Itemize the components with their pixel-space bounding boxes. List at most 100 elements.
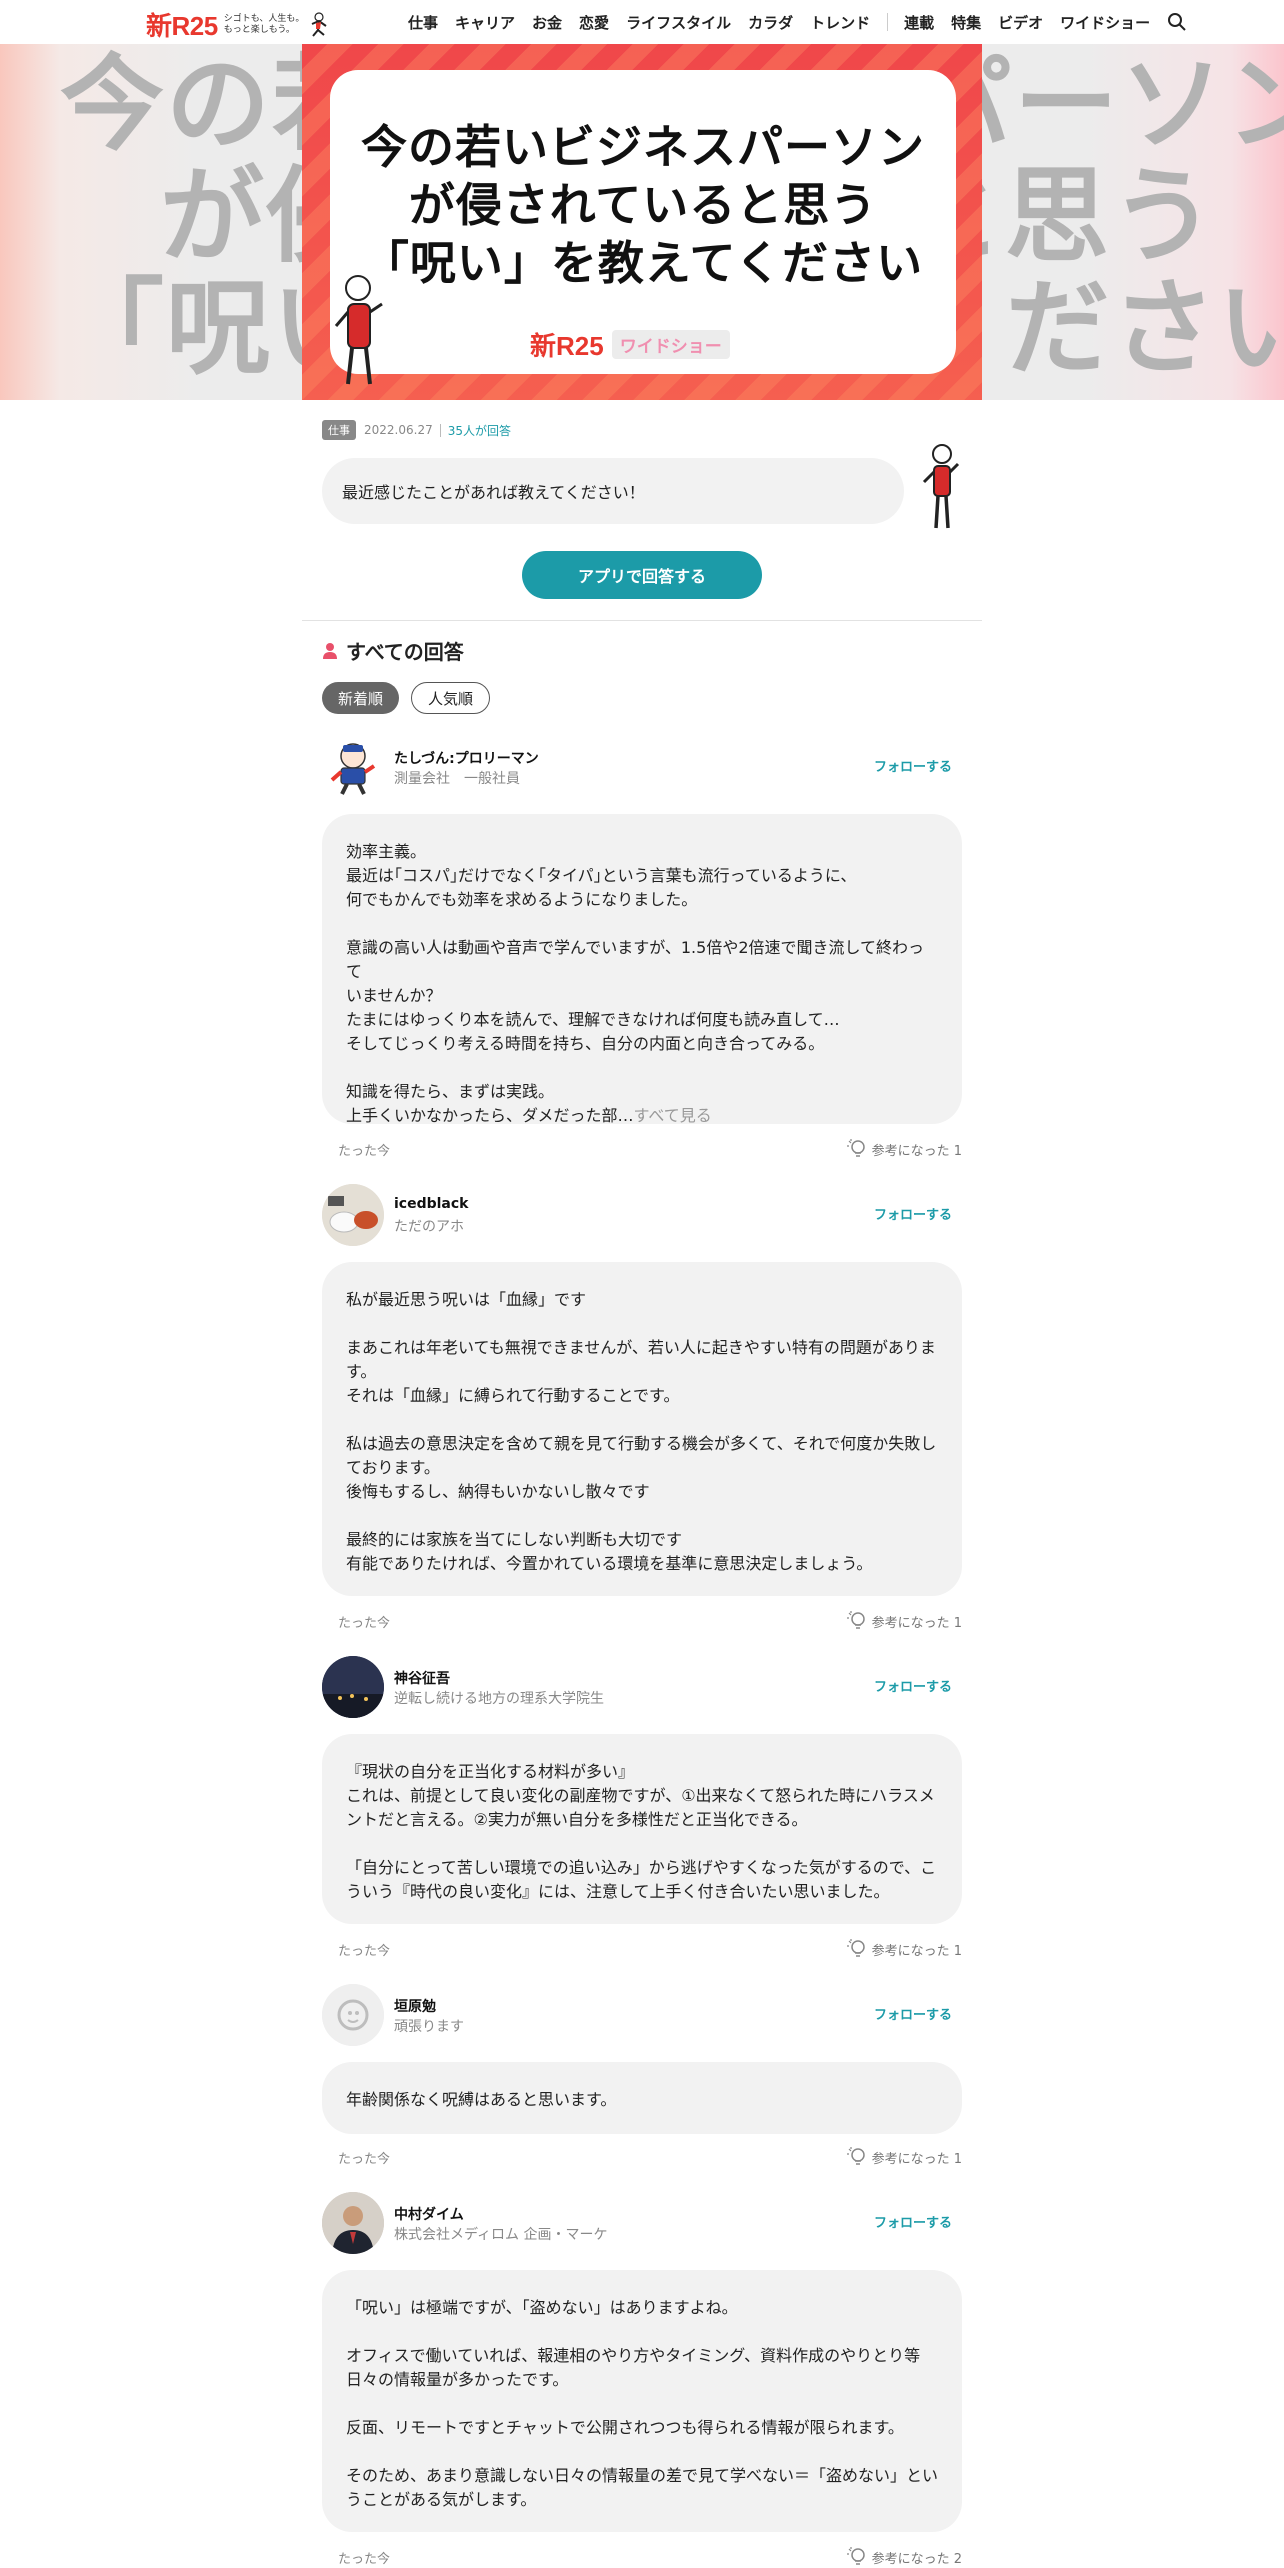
nav-item-career[interactable]: キャリア (455, 12, 515, 33)
answer-footer: たった今 参考になった 1 (338, 2144, 962, 2168)
section-title: すべての回答 (346, 640, 464, 664)
meta-divider (439, 423, 441, 437)
post-date: 2022.06.27 (364, 423, 433, 437)
answer-card: 中村ダイム 株式会社メディロム 企画・マーケ フォローする 「呪い」は極端ですが… (322, 2192, 962, 2567)
answer-footer: たった今 参考になった 1 (338, 1136, 962, 1160)
answer-text: 「呪い」は極端ですが、「盗めない」はありますよね。 オフィスで働いていれば、報連… (346, 2298, 939, 2509)
answer-time: たった今 (338, 1144, 391, 1159)
follow-button[interactable]: フォローする (874, 756, 952, 775)
answerer-role: 逆転し続ける地方の理系大学院生 (394, 1691, 604, 1707)
nav-item-lifestyle[interactable]: ライフスタイル (626, 12, 731, 33)
helpful-button[interactable]: 参考になった 1 (846, 1938, 962, 1960)
site-logo[interactable]: 新R25 シゴトも、人生も。 もっと楽しもう。 (146, 6, 330, 43)
follow-button[interactable]: フォローする (874, 2212, 952, 2231)
answer-time: たった今 (338, 1616, 391, 1631)
person-icon (323, 642, 337, 659)
hero-brand-chip: ワイドショー (611, 330, 730, 359)
nav-item-body[interactable]: カラダ (748, 12, 793, 33)
question-bubble: 最近感じたことがあれば教えてください！ (322, 458, 904, 524)
helpful-button[interactable]: 参考になった 1 (846, 1610, 962, 1632)
answer-footer: たった今 参考になった 1 (338, 1936, 962, 1960)
answer-header: 神谷征吾 逆転し続ける地方の理系大学院生 フォローする (322, 1656, 962, 1720)
food-photo-icon (322, 1184, 384, 1246)
avatar[interactable] (322, 1184, 384, 1246)
answer-text: 『現状の自分を正当化する材料が多い』 これは、前提として良い変化の副産物ですが、… (346, 1762, 937, 1901)
answer-time: たった今 (338, 1944, 391, 1959)
nav-item-series[interactable]: 連載 (904, 12, 934, 33)
answerer-role: 株式会社メディロム 企画・マーケ (394, 2227, 608, 2243)
answer-footer: たった今 参考になった 1 (338, 1608, 962, 1632)
lightbulb-icon (846, 1611, 865, 1629)
hero-brand: 新R25 ワイドショー (530, 326, 730, 363)
avatar[interactable] (322, 2192, 384, 2254)
answer-time: たった今 (338, 2552, 391, 2567)
helpful-button[interactable]: 参考になった 1 (846, 1138, 962, 1160)
answer-header: 中村ダイム 株式会社メディロム 企画・マーケ フォローする (322, 2192, 962, 2256)
answer-footer: たった今 参考になった 2 (338, 2544, 962, 2568)
answer-bubble: 年齢関係なく呪縛はあると思います。 (322, 2062, 962, 2134)
hero-title: 今の若いビジネスパーソン が侵されていると思う 「呪い」を教えてください (361, 120, 925, 290)
hero-card: 今の若いビジネスパーソン が侵されていると思う 「呪い」を教えてください 新R2… (330, 70, 956, 374)
answerer-role: ただのアホ (394, 1219, 464, 1235)
tagline-line-1: シゴトも、人生も。 (223, 13, 305, 24)
answer-header: たしづん:プロリーマン 測量会社 一般社員 フォローする (322, 736, 962, 800)
nav-item-work[interactable]: 仕事 (408, 12, 438, 33)
answer-card: 垣原勉 頑張ります フォローする 年齢関係なく呪縛はあると思います。 たった今 … (322, 1984, 962, 2167)
answer-text: 年齢関係なく呪縛はあると思います。 (346, 2090, 617, 2109)
avatar[interactable] (322, 736, 384, 798)
lightbulb-icon (846, 1939, 865, 1957)
answer-count: 35人が回答 (447, 423, 511, 438)
answer-card: たしづん:プロリーマン 測量会社 一般社員 フォローする 効率主義。 最近は｢コ… (322, 736, 962, 1159)
helpful-count: 参考になった 1 (871, 1615, 962, 1631)
hero-image: 今の若いビジネスパーソン が侵されていると思う 「呪い」を教えてください 新R2… (302, 44, 982, 400)
helpful-count: 参考になった 1 (871, 1943, 962, 1959)
section-divider (302, 620, 982, 621)
answerer-name[interactable]: たしづん:プロリーマン (394, 748, 539, 768)
helpful-button[interactable]: 参考になった 2 (846, 2546, 962, 2568)
answerer-name[interactable]: icedblack (394, 1196, 469, 1212)
mascot-icon (312, 11, 328, 37)
category-badge[interactable]: 仕事 (322, 420, 356, 440)
lightbulb-icon (846, 1139, 865, 1157)
search-icon[interactable] (1167, 12, 1187, 32)
sort-tab-newest[interactable]: 新着順 (322, 682, 400, 714)
helpful-button[interactable]: 参考になった 1 (846, 2146, 962, 2168)
lightbulb-icon (846, 2147, 865, 2165)
helpful-count: 参考になった 1 (871, 2151, 962, 2167)
follow-button[interactable]: フォローする (874, 2004, 952, 2023)
answer-bubble: 『現状の自分を正当化する材料が多い』 これは、前提として良い変化の副産物ですが、… (322, 1734, 962, 1924)
sort-tab-popular[interactable]: 人気順 (411, 682, 491, 714)
follow-button[interactable]: フォローする (874, 1676, 952, 1695)
presenter-illustration-icon (922, 444, 960, 529)
answer-in-app-button[interactable]: アプリで回答する (522, 551, 762, 599)
nav-item-features[interactable]: 特集 (951, 12, 981, 33)
see-all-link[interactable]: すべて見る (634, 1106, 712, 1125)
tagline-line-2: もっと楽しもう。 (223, 24, 295, 35)
answerer-name[interactable]: 垣原勉 (394, 1996, 436, 2016)
answerer-role: 測量会社 一般社員 (394, 771, 520, 787)
character-illustration-icon (334, 275, 383, 385)
main-nav: 仕事 キャリア お金 恋愛 ライフスタイル カラダ トレンド 連載 特集 ビデオ… (408, 0, 1187, 44)
avatar[interactable] (322, 1984, 384, 2046)
site-header: 新R25 シゴトも、人生も。 もっと楽しもう。 仕事 キャリア お金 恋愛 ライ… (0, 0, 1284, 44)
nav-item-video[interactable]: ビデオ (998, 12, 1043, 33)
hero-brand-logo: 新R25 (530, 331, 604, 361)
helpful-count: 参考になった 2 (871, 2551, 962, 2567)
helpful-count: 参考になった 1 (871, 1143, 962, 1159)
answerer-name[interactable]: 神谷征吾 (394, 1668, 450, 1688)
post-meta: 仕事 2022.06.27 35人が回答 (322, 420, 511, 440)
answerer-role: 頑張ります (394, 2019, 464, 2035)
nav-item-wideshow[interactable]: ワイドショー (1060, 12, 1150, 33)
nav-item-love[interactable]: 恋愛 (579, 12, 609, 33)
lightbulb-icon (846, 2547, 865, 2565)
answerer-name[interactable]: 中村ダイム (394, 2204, 464, 2224)
avatar[interactable] (322, 1656, 384, 1718)
person-photo-icon (322, 2192, 384, 2254)
answer-card: 神谷征吾 逆転し続ける地方の理系大学院生 フォローする 『現状の自分を正当化する… (322, 1656, 962, 1959)
answer-header: icedblack ただのアホ フォローする (322, 1184, 962, 1248)
answer-bubble: 私が最近思う呪いは「血縁」です まあこれは年老いても無視できませんが、若い人に起… (322, 1262, 962, 1596)
follow-button[interactable]: フォローする (874, 1204, 952, 1223)
answer-time: たった今 (338, 2152, 391, 2167)
nav-item-trend[interactable]: トレンド (810, 12, 870, 33)
nav-item-money[interactable]: お金 (532, 12, 562, 33)
